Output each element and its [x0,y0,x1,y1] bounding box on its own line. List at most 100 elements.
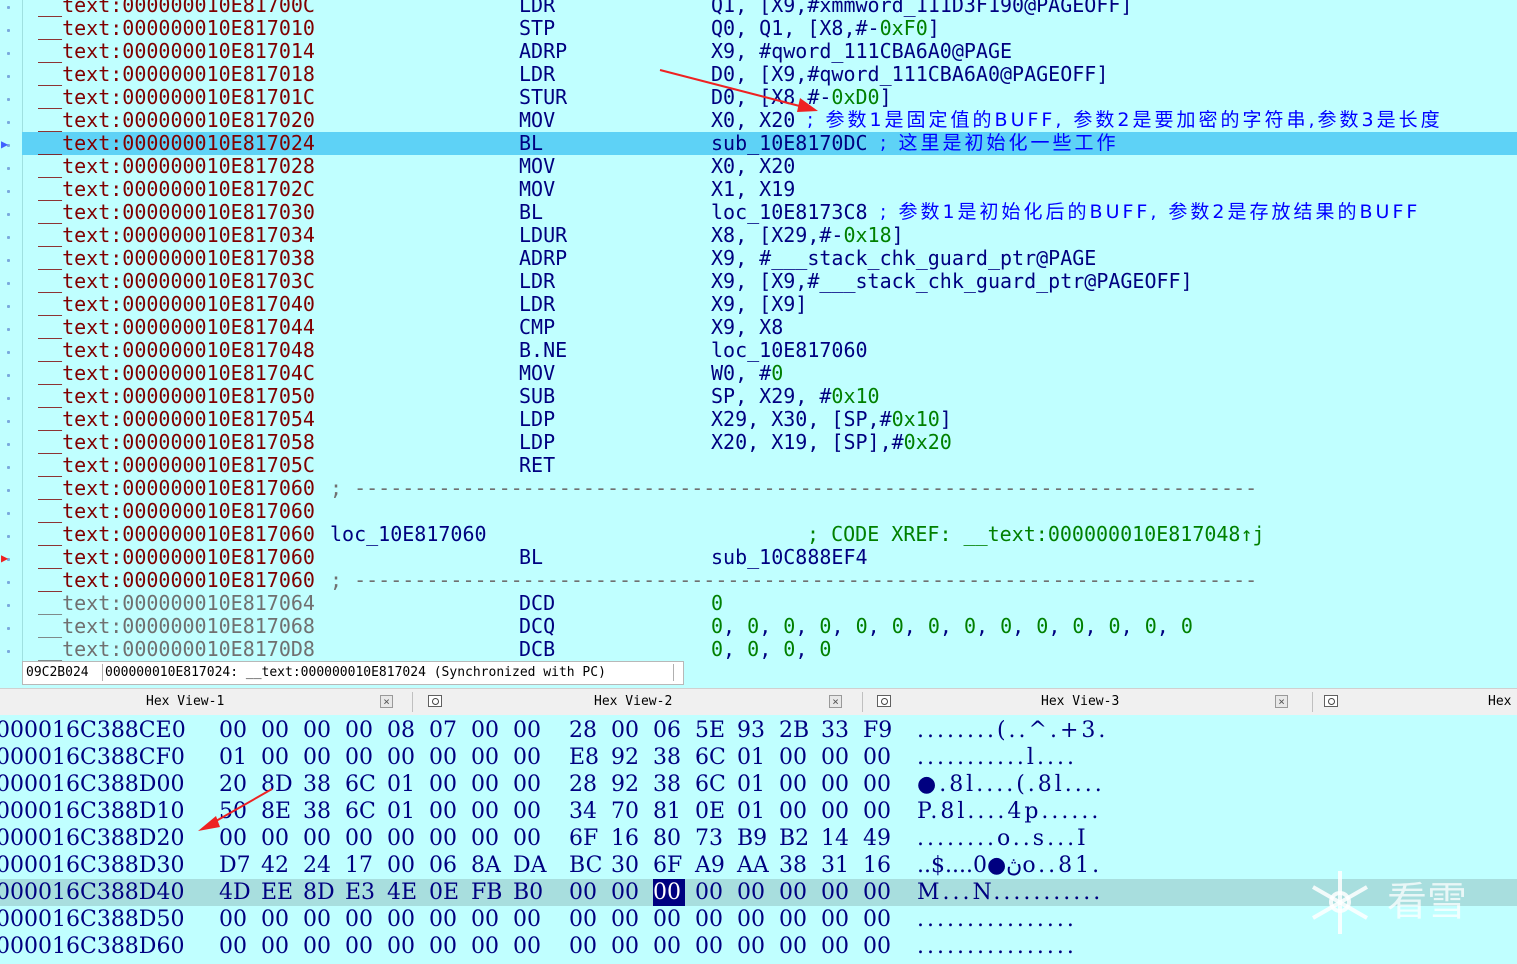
mnemonic[interactable]: BL [519,546,543,569]
hex-byte[interactable]: 00 [303,933,335,960]
hex-byte[interactable]: 00 [779,798,811,825]
line-address[interactable]: __text:000000010E817024 [38,132,315,155]
hex-byte[interactable]: 07 [429,717,461,744]
hex-byte[interactable]: D7 [219,852,251,879]
operands[interactable]: 0 [711,592,723,615]
hex-ascii[interactable]: ..$....0●ڽo..81. [917,852,1102,879]
hex-byte[interactable]: 92 [611,771,643,798]
tab-hex-view-2[interactable]: Hex View-2 × [425,689,860,715]
hex-byte[interactable]: 24 [303,852,335,879]
hex-byte[interactable]: 38 [653,771,685,798]
line-address[interactable]: __text:000000010E817010 [38,17,315,40]
operands[interactable]: SP, X29, #0x10 [711,385,880,408]
hex-byte[interactable]: 6C [345,798,377,825]
line-address[interactable]: __text:000000010E817060 [38,500,315,523]
disasm-line[interactable]: __text:000000010E817048 B.NE loc_10E817060 [22,339,1517,362]
line-address[interactable]: __text:000000010E817060 [38,546,315,569]
line-address[interactable]: __text:000000010E817058 [38,431,315,454]
line-address[interactable]: __text:000000010E817020 [38,109,315,132]
hex-byte[interactable]: 16 [611,825,643,852]
hex-byte[interactable]: 00 [695,879,727,906]
hex-row[interactable]: 000016C388D40 4D EE 8D E3 4E 0E FB B0 00 00 00 00 00 0… [0,879,1517,906]
hex-byte[interactable]: 17 [345,852,377,879]
hex-byte[interactable]: 00 [345,717,377,744]
hex-byte[interactable]: 00 [261,744,293,771]
hex-byte[interactable]: 6C [345,771,377,798]
hex-byte[interactable]: 00 [779,771,811,798]
disasm-line[interactable]: __text:000000010E817014 ADRP X9, #qword_11… [22,40,1517,63]
hex-row[interactable]: 000016C388CF0 01 00 00 00 00 00 00 00 E8 92 38 6C 01 0… [0,744,1517,771]
hex-byte[interactable]: 01 [737,771,769,798]
hex-row[interactable]: 000016C388D30 D7 42 24 17 00 06 8A DA BC 30 6F A9 AA 3… [0,852,1517,879]
hex-byte[interactable]: 00 [471,771,503,798]
hex-byte[interactable]: 38 [779,852,811,879]
hex-byte[interactable]: 00 [737,933,769,960]
hex-byte-selected[interactable]: 00 [653,879,685,906]
line-address[interactable]: __text:000000010E81701C [38,86,315,109]
hex-byte[interactable]: 00 [863,906,895,933]
line-address[interactable]: __text:000000010E817028 [38,155,315,178]
line-address[interactable]: __text:000000010E81702C [38,178,315,201]
operands[interactable]: X8, [X29,#-0x18] [711,224,904,247]
mnemonic[interactable]: RET [519,454,555,477]
hex-byte[interactable]: 00 [345,825,377,852]
hex-byte[interactable]: 06 [429,852,461,879]
close-icon[interactable]: × [1275,695,1288,708]
hex-byte[interactable]: 31 [821,852,853,879]
hex-byte[interactable]: 00 [513,906,545,933]
hex-ascii[interactable]: ...........l.... [917,744,1077,771]
hex-byte[interactable]: 00 [219,825,251,852]
hex-byte[interactable]: 5E [695,717,727,744]
hex-byte[interactable]: 00 [863,744,895,771]
hex-byte[interactable]: E3 [345,879,377,906]
hex-byte[interactable]: 00 [471,717,503,744]
operands[interactable]: X9, [X9,#___stack_chk_guard_ptr@PAGEOFF] [711,270,1193,293]
tab-hex-view-3[interactable]: Hex View-3 × [874,689,1310,715]
hex-byte[interactable]: 00 [387,933,419,960]
hex-byte[interactable]: 00 [429,744,461,771]
hex-byte[interactable]: 00 [821,906,853,933]
hex-byte[interactable]: 00 [471,933,503,960]
hex-byte[interactable]: 00 [569,906,601,933]
line-address[interactable]: __text:000000010E817050 [38,385,315,408]
hex-row[interactable]: 000016C388CE0 00 00 00 00 08 07 00 00 28 00 06 5E 93 2… [0,717,1517,744]
hex-byte[interactable]: 00 [611,933,643,960]
mnemonic[interactable]: BL [519,132,543,155]
hex-byte[interactable]: 38 [303,771,335,798]
hex-byte[interactable]: FB [471,879,503,906]
mnemonic[interactable]: MOV [519,178,555,201]
disasm-line[interactable]: __text:000000010E81702C MOV X1, X19 [22,178,1517,201]
hex-byte[interactable]: 00 [471,798,503,825]
hex-byte[interactable]: 38 [653,744,685,771]
operands[interactable]: D0, [X8,#-0xD0] [711,86,892,109]
hex-byte[interactable]: 8A [471,852,503,879]
hex-byte[interactable]: 6F [653,852,685,879]
line-address[interactable]: __text:000000010E817030 [38,201,315,224]
hex-byte[interactable]: 49 [863,825,895,852]
tab-hex-view-1[interactable]: Hex View-1 × [0,689,410,715]
hex-byte[interactable]: A9 [695,852,727,879]
hex-byte[interactable]: 00 [611,906,643,933]
line-address[interactable]: __text:000000010E817060 [38,523,315,546]
hex-byte[interactable]: 00 [219,717,251,744]
hex-byte[interactable]: AA [737,852,769,879]
code-label[interactable]: loc_10E817060 [330,523,487,546]
hex-byte[interactable]: 00 [653,933,685,960]
hex-byte[interactable]: 08 [387,717,419,744]
hex-byte[interactable]: 93 [737,717,769,744]
disasm-line[interactable]: __text:000000010E817024 BL sub_10E8170DC ; … [22,132,1517,155]
hex-byte[interactable]: 00 [429,906,461,933]
operands[interactable]: X9, [X9] [711,293,807,316]
line-address[interactable]: __text:000000010E8170D8 [38,638,315,661]
operands[interactable]: X0, X20 [711,155,795,178]
line-address[interactable]: __text:000000010E817040 [38,293,315,316]
hex-byte[interactable]: 00 [821,933,853,960]
hex-byte[interactable]: 01 [387,798,419,825]
mnemonic[interactable]: STP [519,17,555,40]
operands[interactable]: X9, #qword_111CBA6A0@PAGE [711,40,1012,63]
hex-byte[interactable]: 01 [387,771,419,798]
operands[interactable]: Q0, Q1, [X8,#-0xF0] [711,17,940,40]
hex-byte[interactable]: DA [513,852,547,879]
hex-byte[interactable]: 00 [471,744,503,771]
hex-byte[interactable]: 06 [653,717,685,744]
